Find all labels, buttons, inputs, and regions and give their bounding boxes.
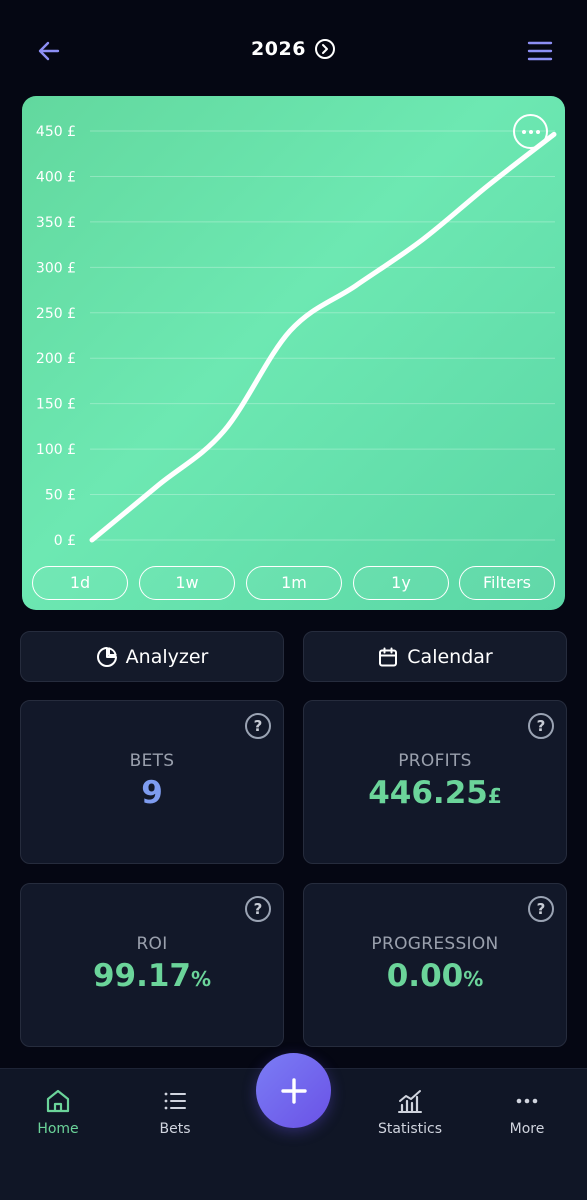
roi-value: 99.17% (92, 958, 212, 994)
plus-icon (280, 1077, 307, 1104)
nav-statistics[interactable]: Statistics (360, 1087, 460, 1137)
help-icon[interactable]: ? (245, 896, 271, 922)
roi-card: ? ROI 99.17% (20, 883, 284, 1047)
profits-card: ? PROFITS 446.25£ (303, 700, 567, 864)
profit-chart-card: 0 £ 50 £ 100 £ 150 £ 200 £ 250 £ 300 £ 350 £ 400… (22, 96, 565, 610)
year-label: 2026 (251, 38, 306, 60)
nav-more[interactable]: More (477, 1087, 577, 1137)
chart-options-button[interactable] (513, 114, 548, 149)
profits-unit: £ (487, 784, 502, 808)
y-tick-label: 250 £ (36, 306, 76, 322)
hamburger-menu-icon (527, 41, 553, 61)
range-selector: 1d 1w 1m 1y Filters (32, 566, 557, 600)
profit-chart: 0 £ 50 £ 100 £ 150 £ 200 £ 250 £ 300 £ 350 £ 400… (36, 124, 557, 549)
nav-home[interactable]: Home (8, 1087, 108, 1137)
progression-unit: % (463, 967, 484, 991)
range-button-1w[interactable]: 1w (139, 566, 235, 600)
progression-card: ? PROGRESSION 0.00% (303, 883, 567, 1047)
bets-label: BETS (129, 751, 175, 771)
progression-label: PROGRESSION (371, 934, 499, 954)
progression-value: 0.00% (386, 958, 484, 994)
roi-label: ROI (136, 934, 168, 954)
help-icon[interactable]: ? (245, 713, 271, 739)
year-selector[interactable]: 2026 (251, 38, 336, 60)
bets-value: 9 (141, 775, 163, 811)
nav-statistics-label: Statistics (378, 1121, 442, 1137)
y-tick-label: 50 £ (45, 488, 76, 504)
help-icon[interactable]: ? (528, 896, 554, 922)
y-tick-label: 400 £ (36, 169, 76, 185)
list-icon (164, 1092, 186, 1110)
analyzer-button[interactable]: Analyzer (20, 631, 284, 682)
nav-bets-label: Bets (159, 1121, 191, 1137)
calendar-button[interactable]: Calendar (303, 631, 567, 682)
calendar-icon (379, 647, 398, 666)
home-icon (46, 1089, 70, 1113)
profit-series-line (89, 131, 557, 543)
y-tick-label: 350 £ (36, 215, 76, 231)
more-horizontal-icon (521, 129, 540, 134)
analyzer-label: Analyzer (125, 645, 209, 668)
top-bar: 2026 (0, 0, 587, 100)
y-tick-label: 200 £ (36, 351, 76, 367)
y-tick-label: 300 £ (36, 260, 76, 276)
pie-chart-icon (96, 646, 117, 667)
y-tick-label: 0 £ (54, 533, 76, 549)
menu-button[interactable] (525, 36, 555, 66)
calendar-label: Calendar (407, 645, 493, 668)
y-tick-label: 450 £ (36, 124, 76, 140)
range-button-1d[interactable]: 1d (32, 566, 128, 600)
bets-card: ? BETS 9 (20, 700, 284, 864)
chevron-right-circle-icon (314, 39, 335, 59)
profits-value: 446.25£ (368, 775, 502, 811)
filters-button[interactable]: Filters (459, 566, 555, 600)
nav-more-label: More (509, 1121, 545, 1137)
help-icon[interactable]: ? (528, 713, 554, 739)
add-bet-button[interactable] (256, 1053, 331, 1128)
range-button-1y[interactable]: 1y (353, 566, 449, 600)
range-button-1m[interactable]: 1m (246, 566, 342, 600)
nav-home-label: Home (37, 1121, 79, 1137)
profits-label: PROFITS (398, 751, 472, 771)
y-tick-label: 100 £ (36, 442, 76, 458)
nav-bets[interactable]: Bets (125, 1087, 225, 1137)
statistics-icon (398, 1090, 422, 1113)
roi-unit: % (191, 967, 212, 991)
more-icon (516, 1098, 538, 1104)
y-tick-label: 150 £ (36, 397, 76, 413)
